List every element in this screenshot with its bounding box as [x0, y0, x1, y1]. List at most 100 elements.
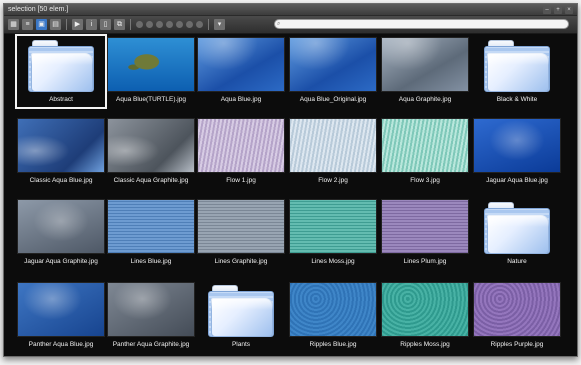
- item-label: Black & White: [496, 96, 538, 103]
- image-item[interactable]: Jaguar Aqua Graphite.jpg: [15, 196, 107, 271]
- image-item[interactable]: Classic Aqua Blue.jpg: [15, 115, 107, 190]
- color-label-dot[interactable]: [196, 21, 203, 28]
- search-field[interactable]: ⌕: [274, 19, 569, 29]
- thumbnail-image: [290, 119, 376, 172]
- item-label: Ripples Moss.jpg: [400, 341, 450, 348]
- thumbnail-image: [18, 200, 104, 253]
- image-item[interactable]: Flow 2.jpg: [287, 115, 379, 190]
- thumbnail-image: [474, 119, 560, 172]
- thumbnail-image: [382, 38, 468, 91]
- folder-item[interactable]: Plants: [195, 279, 287, 354]
- item-label: Lines Graphite.jpg: [214, 258, 268, 265]
- image-item[interactable]: Aqua Blue(TURTLE).jpg: [105, 34, 197, 109]
- info-icon[interactable]: i: [86, 19, 97, 30]
- item-label: Lines Moss.jpg: [311, 258, 355, 265]
- thumbnail-image: [108, 283, 194, 336]
- item-label: Abstract: [49, 96, 73, 103]
- item-label: Flow 2.jpg: [318, 177, 348, 184]
- item-label: Jaguar Aqua Blue.jpg: [486, 177, 548, 184]
- item-label: Lines Blue.jpg: [130, 258, 172, 265]
- item-label: Aqua Blue_Original.jpg: [299, 96, 367, 103]
- item-label: Aqua Blue.jpg: [220, 96, 262, 103]
- item-label: Aqua Blue(TURTLE).jpg: [116, 96, 186, 103]
- image-item[interactable]: Flow 1.jpg: [195, 115, 287, 190]
- toolbar-tools: ▦ ≡ ▣ ▤ ▶ i ▯ ⧉ ▾: [8, 19, 225, 30]
- thumbnail-image: [474, 283, 560, 336]
- toolbar-separator: [66, 19, 67, 30]
- image-item[interactable]: Panther Aqua Graphite.jpg: [105, 279, 197, 354]
- item-label: Plants: [231, 341, 251, 348]
- image-item[interactable]: Lines Graphite.jpg: [195, 196, 287, 271]
- color-label-dot[interactable]: [166, 21, 173, 28]
- item-label: Panther Aqua Graphite.jpg: [112, 341, 190, 348]
- thumbnail-image: [382, 200, 468, 253]
- toolbar: ▦ ≡ ▣ ▤ ▶ i ▯ ⧉ ▾ ⌕: [4, 16, 577, 34]
- list-view-icon[interactable]: ≡: [22, 19, 33, 30]
- item-label: Nature: [507, 258, 527, 265]
- image-item[interactable]: Ripples Blue.jpg: [287, 279, 379, 354]
- image-item[interactable]: Lines Blue.jpg: [105, 196, 197, 271]
- page-icon[interactable]: ▯: [100, 19, 111, 30]
- image-item[interactable]: Aqua Blue.jpg: [195, 34, 287, 109]
- thumbnail-image: [290, 200, 376, 253]
- thumbnail-image: [108, 200, 194, 253]
- browser-window: selection [50 elem.] – + × ▦ ≡ ▣ ▤ ▶ i ▯…: [3, 3, 578, 357]
- image-item[interactable]: Jaguar Aqua Blue.jpg: [471, 115, 563, 190]
- thumbnail-image: [290, 38, 376, 91]
- item-label: Flow 1.jpg: [226, 177, 256, 184]
- slideshow-icon[interactable]: ▶: [72, 19, 83, 30]
- thumbnail-image: [382, 119, 468, 172]
- image-item[interactable]: Ripples Moss.jpg: [379, 279, 471, 354]
- preview-view-icon[interactable]: ▣: [36, 19, 47, 30]
- thumbnail-image: [108, 119, 194, 172]
- thumbnail-image: [18, 119, 104, 172]
- image-item[interactable]: Aqua Blue_Original.jpg: [287, 34, 379, 109]
- folder-item[interactable]: Abstract: [15, 34, 107, 109]
- thumbnail-image: [198, 200, 284, 253]
- image-item[interactable]: Aqua Graphite.jpg: [379, 34, 471, 109]
- zoom-icon[interactable]: +: [554, 5, 562, 14]
- item-label: Ripples Purple.jpg: [490, 341, 544, 348]
- item-label: Aqua Graphite.jpg: [398, 96, 452, 103]
- thumbnail-image: [290, 283, 376, 336]
- thumbnail-image: [198, 38, 284, 91]
- item-label: Jaguar Aqua Graphite.jpg: [24, 258, 98, 265]
- toolbar-separator: [130, 19, 131, 30]
- image-item[interactable]: Ripples Purple.jpg: [471, 279, 563, 354]
- thumbnails-icon[interactable]: ▤: [50, 19, 61, 30]
- window-title: selection [50 elem.]: [8, 6, 69, 13]
- search-input[interactable]: [285, 20, 555, 28]
- action-menu-icon[interactable]: ▾: [214, 19, 225, 30]
- color-label-dot[interactable]: [136, 21, 143, 28]
- grid-view-icon[interactable]: ▦: [8, 19, 19, 30]
- image-item[interactable]: Classic Aqua Graphite.jpg: [105, 115, 197, 190]
- window-controls: – + ×: [543, 5, 573, 14]
- image-item[interactable]: Lines Moss.jpg: [287, 196, 379, 271]
- folder-item[interactable]: Black & White: [471, 34, 563, 109]
- search-icon: ⌕: [277, 21, 281, 27]
- thumbnail-image: [18, 283, 104, 336]
- folder-icon: [28, 40, 94, 92]
- copy-icon[interactable]: ⧉: [114, 19, 125, 30]
- title-bar[interactable]: selection [50 elem.] – + ×: [4, 4, 577, 16]
- item-label: Ripples Blue.jpg: [309, 341, 357, 348]
- thumbnail-grid: Abstract Aqua Blue(TURTLE).jpg Aqua Blue.j…: [4, 34, 577, 356]
- folder-icon: [484, 40, 550, 92]
- color-label-dot[interactable]: [176, 21, 183, 28]
- color-label-dot[interactable]: [156, 21, 163, 28]
- item-label: Panther Aqua Blue.jpg: [28, 341, 94, 348]
- close-icon[interactable]: ×: [565, 5, 573, 14]
- color-label-dot[interactable]: [186, 21, 193, 28]
- item-label: Classic Aqua Graphite.jpg: [113, 177, 189, 184]
- color-label-dot[interactable]: [146, 21, 153, 28]
- folder-item[interactable]: Nature: [471, 196, 563, 271]
- thumbnail-image: [198, 119, 284, 172]
- item-label: Lines Plum.jpg: [403, 258, 447, 265]
- folder-icon: [484, 202, 550, 254]
- item-label: Flow 3.jpg: [410, 177, 440, 184]
- item-label: Classic Aqua Blue.jpg: [29, 177, 93, 184]
- minimize-icon[interactable]: –: [543, 5, 551, 14]
- image-item[interactable]: Flow 3.jpg: [379, 115, 471, 190]
- image-item[interactable]: Lines Plum.jpg: [379, 196, 471, 271]
- image-item[interactable]: Panther Aqua Blue.jpg: [15, 279, 107, 354]
